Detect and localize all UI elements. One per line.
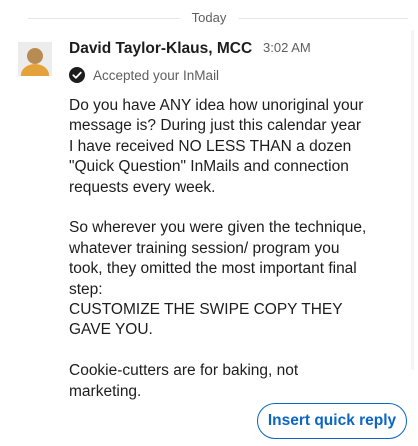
- sender-avatar[interactable]: [18, 42, 52, 76]
- message-body: Do you have ANY idea how unoriginal your…: [69, 96, 369, 402]
- conversation-thread: Today David Taylor-Klaus, MCC 3:02 AM Ac…: [0, 0, 418, 446]
- message-paragraph: Do you have ANY idea how unoriginal your…: [69, 97, 364, 196]
- message-paragraph: Cookie-cutters are for baking, not marke…: [69, 362, 299, 400]
- message-paragraph: So wherever you were given the technique…: [69, 219, 367, 339]
- date-divider-label: Today: [179, 10, 239, 25]
- avatar-body-shape: [21, 64, 49, 76]
- check-circle-icon: [69, 67, 85, 83]
- sender-name[interactable]: David Taylor-Klaus, MCC: [69, 40, 252, 58]
- message-timestamp: 3:02 AM: [263, 40, 311, 55]
- insert-quick-reply-button[interactable]: Insert quick reply: [257, 403, 407, 439]
- status-text: Accepted your InMail: [93, 67, 220, 83]
- avatar-head-shape: [27, 48, 43, 64]
- scrollbar[interactable]: [411, 30, 414, 370]
- message-status: Accepted your InMail: [69, 66, 219, 84]
